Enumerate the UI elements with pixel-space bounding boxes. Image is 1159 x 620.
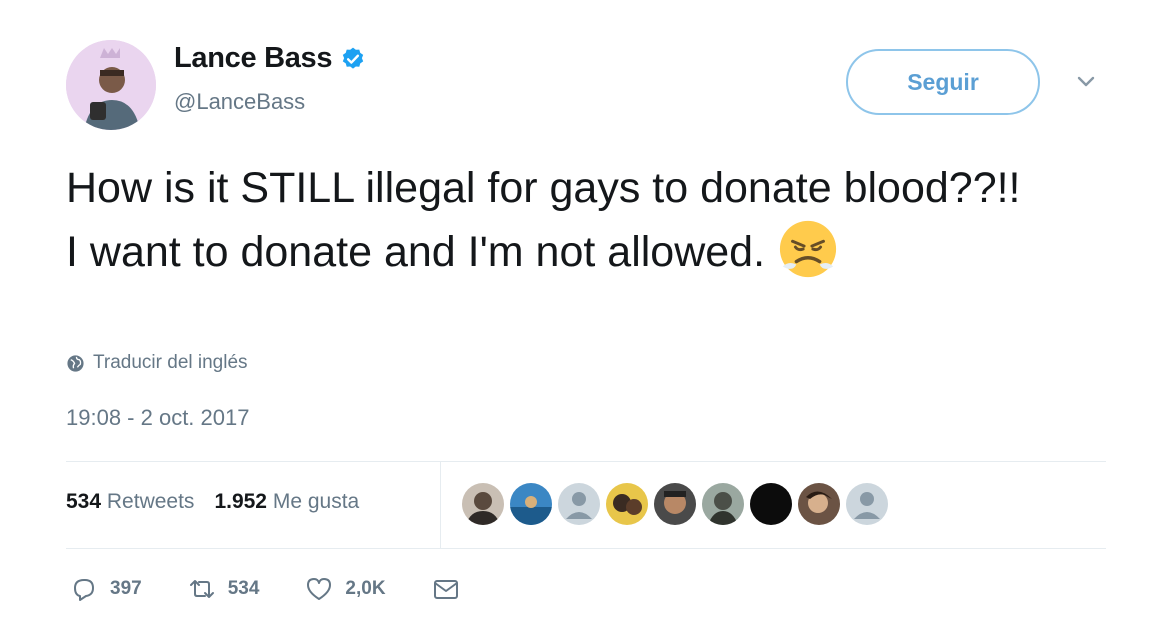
stats-bottom-divider (66, 548, 1106, 549)
translate-link[interactable]: Traducir del inglés (66, 352, 248, 374)
tweet-card: Lance Bass @LanceBass Seguir How is it S… (0, 0, 1159, 620)
likes-stat[interactable]: 1.952 Me gusta (214, 490, 359, 514)
angry-face-emoji-icon (779, 220, 837, 278)
like-icon (307, 578, 332, 600)
display-name-text[interactable]: Lance Bass (174, 42, 333, 75)
liker-avatar[interactable] (462, 483, 504, 525)
reply-count: 397 (110, 578, 142, 599)
liker-avatar[interactable] (846, 483, 888, 525)
like-button[interactable]: 2,0K (305, 575, 386, 603)
liker-avatar[interactable] (606, 483, 648, 525)
avatar[interactable] (66, 40, 156, 130)
liker-avatar[interactable] (510, 483, 552, 525)
liker-avatar[interactable] (702, 483, 744, 525)
retweet-count: 534 (227, 578, 260, 599)
chevron-down-icon[interactable] (1074, 72, 1098, 92)
liker-avatars (462, 483, 888, 525)
verified-badge-icon (343, 47, 364, 69)
follow-button[interactable]: Seguir (846, 49, 1040, 115)
direct-message-button[interactable] (432, 575, 460, 603)
stats-separator (440, 462, 441, 548)
translate-label[interactable]: Traducir del inglés (93, 352, 248, 374)
retweet-icon (189, 580, 214, 598)
retweet-button[interactable]: 534 (188, 575, 260, 603)
liker-avatar[interactable] (654, 483, 696, 525)
tweet-actions: 397 534 2,0K (70, 575, 506, 603)
stats-top-divider (66, 461, 1106, 462)
tweet-text-content: How is it STILL illegal for gays to dona… (66, 164, 1021, 276)
likes-label[interactable]: Me gusta (273, 490, 359, 513)
globe-icon (67, 354, 84, 372)
message-icon (433, 580, 458, 599)
like-count: 2,0K (345, 578, 386, 599)
display-name[interactable]: Lance Bass (174, 42, 366, 75)
liker-avatar[interactable] (798, 483, 840, 525)
reply-button[interactable]: 397 (70, 575, 142, 603)
user-handle[interactable]: @LanceBass (174, 89, 305, 115)
tweet-timestamp[interactable]: 19:08 - 2 oct. 2017 (66, 405, 249, 431)
liker-avatar[interactable] (750, 483, 792, 525)
retweets-count[interactable]: 534 (66, 490, 101, 513)
liker-avatar[interactable] (558, 483, 600, 525)
likes-count[interactable]: 1.952 (214, 490, 267, 513)
tweet-stats: 534 Retweets 1.952 Me gusta (66, 490, 359, 514)
tweet-text: How is it STILL illegal for gays to dona… (66, 158, 1026, 282)
retweets-label[interactable]: Retweets (107, 490, 195, 513)
reply-icon (74, 579, 94, 601)
retweets-stat[interactable]: 534 Retweets (66, 490, 194, 514)
